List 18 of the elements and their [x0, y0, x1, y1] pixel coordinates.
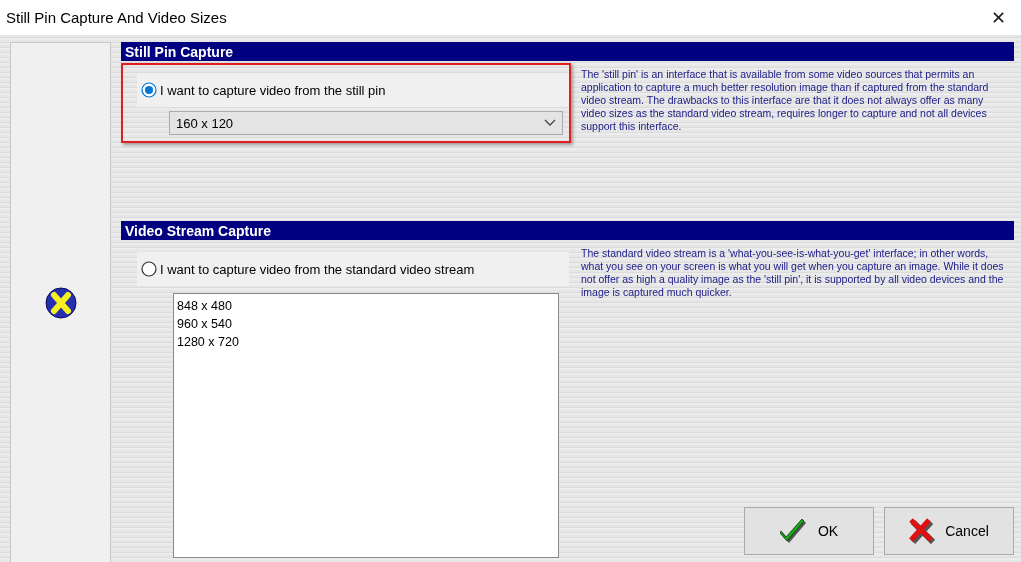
- close-button[interactable]: ✕: [975, 0, 1021, 35]
- list-item[interactable]: 960 x 540: [177, 315, 555, 333]
- radio-button[interactable]: [141, 82, 157, 98]
- x-logo-icon: [43, 285, 78, 320]
- section-header: Video Stream Capture: [121, 221, 1014, 240]
- description-text: The 'still pin' is an interface that is available from some video sources that permits an application to capture a much better resolution image than if captured from the standard video stream. The drawbacks to this interface are that it does not always offer as many video sizes as the standard video stream, requires longer to capture and not all devices support this interface.: [580, 67, 990, 133]
- caret-icon: [544, 119, 556, 127]
- list-item[interactable]: 848 x 480: [177, 297, 555, 315]
- radio-button[interactable]: [141, 261, 157, 277]
- list-item[interactable]: 1280 x 720: [177, 333, 555, 351]
- x-icon: [909, 518, 936, 544]
- check-icon: [779, 518, 808, 544]
- window-title: Still Pin Capture And Video Sizes: [5, 9, 227, 26]
- description-text: The standard video stream is a 'what-you-see-is-what-you-get' interface; in other words, what you see on your screen is what you will get when you capture an image. While it does not offer as high a quality image as the 'still pin', it is supported by all video devices and the image is captured much quicker.: [580, 246, 1005, 299]
- cancel-button[interactable]: Cancel: [884, 507, 1014, 555]
- section-header: Still Pin Capture: [121, 42, 1014, 61]
- size-dropdown[interactable]: 160 x 120: [169, 111, 563, 135]
- ok-button[interactable]: OK: [744, 507, 874, 555]
